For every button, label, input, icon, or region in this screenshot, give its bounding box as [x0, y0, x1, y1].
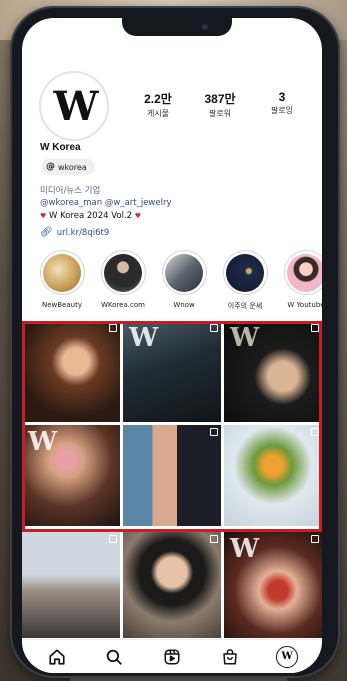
multi-post-icon — [311, 535, 319, 543]
post-thumbnail[interactable] — [22, 532, 120, 638]
highlight-ring — [39, 250, 85, 295]
profile-category: 미디어/뉴스 기업 — [40, 186, 101, 196]
bottom-nav: W — [22, 639, 322, 673]
shop-icon — [222, 648, 237, 664]
multi-post-icon — [109, 535, 117, 543]
highlight-label: WKorea.com — [101, 301, 145, 309]
nav-home[interactable] — [42, 644, 72, 670]
nav-search[interactable] — [99, 644, 129, 670]
highlight-ring — [222, 250, 268, 295]
profile-name: W Korea — [40, 142, 81, 153]
phone-screen: W 2.2만 게시물 387만 팔로워 3 팔로잉 W Korea @ wkor… — [22, 18, 322, 673]
highlight-label: W Youtube — [287, 301, 322, 309]
w-magazine-logo: W — [230, 323, 260, 353]
stat-following[interactable]: 3 팔로잉 — [252, 90, 312, 116]
heart-icon: ♥ — [134, 212, 142, 220]
multi-post-icon — [109, 324, 117, 332]
highlight-label: 이주의 운세 — [227, 302, 263, 310]
highlight-wnow[interactable]: Wnow — [154, 250, 214, 309]
highlight-w-youtube[interactable]: W Youtube — [276, 250, 322, 309]
stat-posts[interactable]: 2.2만 게시물 — [128, 90, 188, 119]
highlight-ring — [161, 250, 207, 295]
w-magazine-logo: W — [129, 323, 159, 353]
profile-nav-avatar: W — [276, 645, 299, 668]
multi-post-icon — [311, 428, 319, 436]
threads-icon: @ — [46, 162, 55, 172]
w-magazine-logo: W — [28, 427, 58, 457]
multi-post-icon — [210, 535, 218, 543]
w-magazine-logo: W — [230, 534, 260, 564]
home-icon — [49, 648, 65, 665]
stat-following-count: 3 — [278, 90, 286, 104]
highlight-cover — [226, 253, 264, 292]
highlight-newbeauty[interactable]: NewBeauty — [32, 250, 92, 309]
post-thumbnail[interactable]: W — [123, 321, 221, 422]
profile-link-text: url.kr/8qi6t9 — [56, 227, 110, 238]
highlight-cover — [287, 253, 322, 292]
search-icon — [107, 649, 123, 665]
nav-reels[interactable] — [157, 644, 187, 670]
post-thumbnail[interactable] — [123, 532, 221, 638]
highlight-cover — [165, 253, 203, 292]
stat-following-label: 팔로잉 — [270, 106, 294, 115]
stat-posts-count: 2.2만 — [144, 92, 172, 106]
nav-shop[interactable] — [215, 644, 245, 670]
post-thumbnail[interactable] — [123, 425, 221, 526]
highlight-cover — [43, 253, 81, 292]
reels-icon — [164, 649, 180, 664]
highlight-label: Wnow — [173, 301, 195, 309]
post-thumbnail[interactable]: W — [224, 321, 322, 422]
stat-followers[interactable]: 387만 팔로워 — [190, 90, 250, 119]
profile-mentions[interactable]: @wkorea_man @w_art_jewelry — [40, 198, 172, 208]
heart-icon: ♥ — [40, 212, 47, 220]
camera-icon — [202, 24, 208, 30]
multi-post-icon — [210, 428, 218, 436]
profile-avatar[interactable]: W — [39, 71, 109, 141]
link-icon: 🔗︎ — [40, 227, 53, 238]
highlight-label: NewBeauty — [42, 301, 82, 309]
stat-followers-label: 팔로워 — [208, 109, 232, 118]
post-thumbnail[interactable]: W — [224, 532, 322, 638]
highlight-ring — [283, 250, 322, 295]
bio-text: W Korea 2024 Vol.2 — [48, 211, 133, 221]
nav-profile[interactable]: W — [272, 644, 302, 670]
multi-post-icon — [210, 324, 218, 332]
threads-label: wkorea — [58, 162, 87, 172]
stat-posts-label: 게시물 — [146, 109, 170, 118]
threads-badge[interactable]: @ wkorea — [41, 159, 95, 175]
profile-bio-line: ♥ W Korea 2024 Vol.2 ♥ — [40, 211, 141, 221]
dynamic-island — [122, 18, 232, 36]
avatar-logo: W — [53, 82, 99, 130]
post-thumbnail[interactable] — [22, 321, 120, 422]
highlight-ring — [100, 250, 146, 295]
multi-post-icon — [311, 324, 319, 332]
highlight-horoscope[interactable]: 이주의 운세 — [215, 250, 275, 311]
highlight-wkorea-com[interactable]: WKorea.com — [93, 250, 153, 309]
post-thumbnail[interactable]: W — [22, 425, 120, 526]
stat-followers-count: 387만 — [204, 92, 236, 106]
highlight-cover — [104, 253, 142, 292]
profile-link[interactable]: 🔗︎ url.kr/8qi6t9 — [40, 227, 109, 238]
post-thumbnail[interactable] — [224, 425, 322, 526]
